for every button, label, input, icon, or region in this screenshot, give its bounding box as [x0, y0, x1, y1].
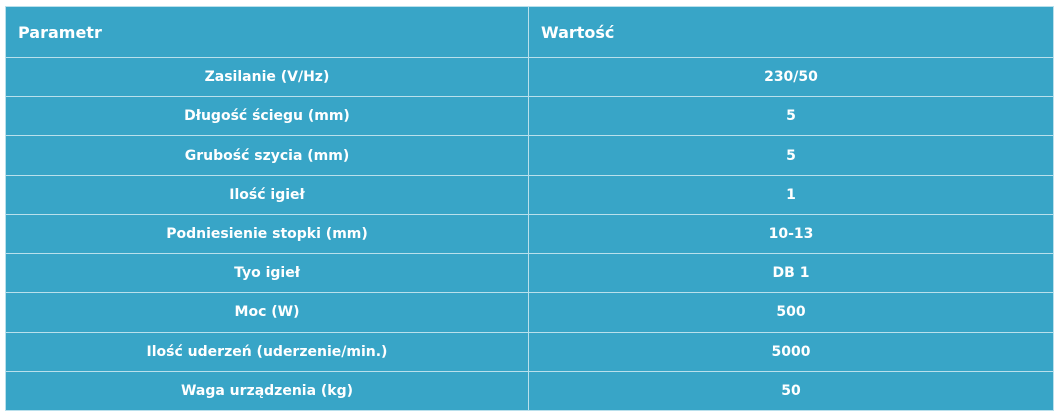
table-row: Ilość igieł 1 [5, 174, 1054, 215]
value-cell: 5000 [528, 331, 1054, 372]
value-cell: 10-13 [528, 213, 1054, 255]
specifications-table: Parametr Wartość Zasilanie (V/Hz) 230/50… [5, 6, 1054, 412]
table-row: Zasilanie (V/Hz) 230/50 [5, 56, 1054, 98]
table-row: Moc (W) 500 [5, 292, 1054, 333]
value-cell: 5 [528, 96, 1054, 137]
table-row: Grubość szycia (mm) 5 [5, 135, 1054, 176]
value-cell: 1 [528, 174, 1054, 215]
header-value: Wartość [528, 6, 1054, 58]
table-row: Waga urządzenia (kg) 50 [5, 370, 1054, 412]
value-cell: 500 [528, 292, 1054, 333]
parameter-cell: Podniesienie stopki (mm) [5, 213, 529, 255]
parameter-cell: Ilość uderzeń (uderzenie/min.) [5, 331, 529, 372]
value-cell: 230/50 [528, 56, 1054, 98]
value-cell: 5 [528, 135, 1054, 176]
table-row: Długość ściegu (mm) 5 [5, 96, 1054, 137]
parameter-cell: Waga urządzenia (kg) [5, 370, 529, 412]
value-cell: DB 1 [528, 253, 1054, 294]
value-cell: 50 [528, 370, 1054, 412]
table-row: Ilość uderzeń (uderzenie/min.) 5000 [5, 331, 1054, 372]
table-row: Podniesienie stopki (mm) 10-13 [5, 213, 1054, 255]
header-parameter: Parametr [5, 6, 529, 58]
parameter-cell: Długość ściegu (mm) [5, 96, 529, 137]
parameter-cell: Moc (W) [5, 292, 529, 333]
table-row: Tyo igieł DB 1 [5, 253, 1054, 294]
header-row: Parametr Wartość [5, 6, 1054, 58]
parameter-cell: Ilość igieł [5, 174, 529, 215]
parameter-cell: Zasilanie (V/Hz) [5, 56, 529, 98]
parameter-cell: Grubość szycia (mm) [5, 135, 529, 176]
parameter-cell: Tyo igieł [5, 253, 529, 294]
